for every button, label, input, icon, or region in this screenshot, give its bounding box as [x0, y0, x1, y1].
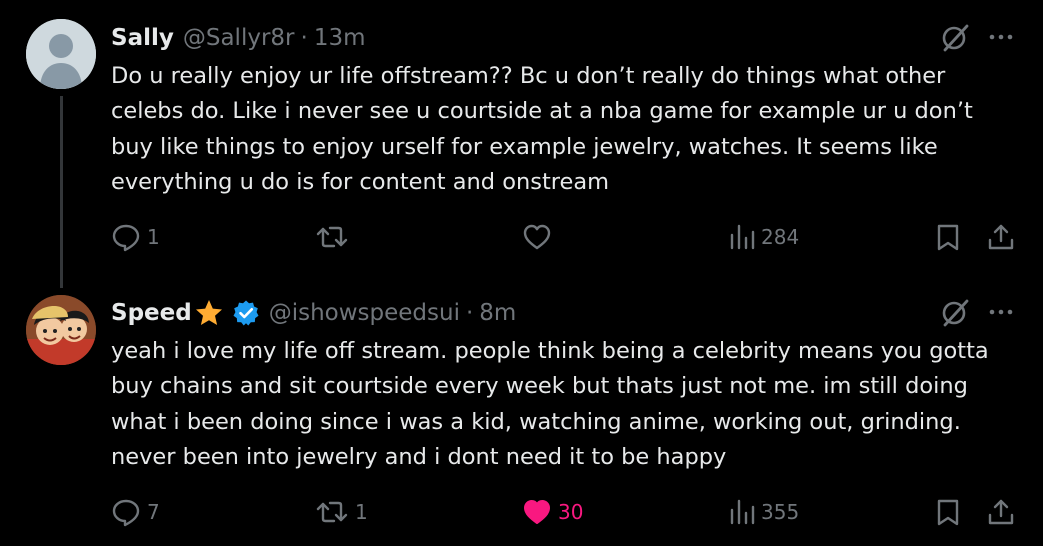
- action-bar: 1 284: [111, 219, 1021, 255]
- share-icon: [988, 499, 1014, 525]
- bookmark-icon: [937, 224, 959, 251]
- more-icon[interactable]: [986, 22, 1016, 52]
- tweet-sally[interactable]: Sally @Sallyr8r · 13m Do u really enjoy …: [0, 0, 1043, 288]
- share-button[interactable]: [986, 494, 1016, 530]
- views-count: 284: [761, 225, 800, 249]
- like-button[interactable]: 30: [522, 494, 583, 530]
- bookmark-icon: [937, 499, 959, 526]
- user-handle[interactable]: @Sallyr8r: [183, 25, 295, 51]
- tweet-text: yeah i love my life off stream. people t…: [111, 338, 989, 470]
- reply-icon: [112, 499, 140, 527]
- reply-icon: [112, 224, 140, 252]
- default-avatar-icon: [26, 19, 96, 89]
- views-button[interactable]: 284: [729, 219, 799, 255]
- reply-button[interactable]: 1: [111, 219, 160, 255]
- verified-badge-icon[interactable]: [232, 299, 260, 327]
- more-icon[interactable]: [986, 297, 1016, 327]
- retweet-icon: [316, 226, 348, 248]
- like-icon: [524, 500, 550, 524]
- separator-dot: ·: [465, 300, 474, 326]
- reply-button[interactable]: 7: [111, 494, 160, 530]
- bookmark-button[interactable]: [935, 494, 961, 530]
- retweet-button[interactable]: [315, 219, 355, 255]
- tweet-speed[interactable]: Speed @ishowspeedsui · 8m yeah i love my…: [0, 272, 1043, 546]
- views-count: 355: [761, 500, 800, 524]
- reply-count: 7: [147, 500, 160, 524]
- avatar[interactable]: [26, 295, 96, 365]
- like-count: 30: [558, 500, 584, 524]
- timestamp[interactable]: 8m: [479, 300, 516, 326]
- views-button[interactable]: 355: [729, 494, 799, 530]
- grok-icon[interactable]: [940, 297, 970, 327]
- retweet-count: 1: [355, 500, 368, 524]
- share-icon: [988, 224, 1014, 250]
- display-name[interactable]: Speed: [111, 300, 192, 326]
- star-icon: [194, 298, 224, 328]
- like-icon: [523, 224, 551, 250]
- tweet-header: Sally @Sallyr8r · 13m: [111, 19, 365, 57]
- thread-line: [60, 96, 63, 288]
- anime-avatar-icon: [26, 295, 96, 365]
- tweet-header: Speed @ishowspeedsui · 8m: [111, 294, 516, 332]
- share-button[interactable]: [986, 219, 1016, 255]
- like-button[interactable]: [522, 219, 558, 255]
- views-icon: [730, 224, 755, 250]
- reply-count: 1: [147, 225, 160, 249]
- separator-dot: ·: [300, 25, 308, 51]
- bookmark-button[interactable]: [935, 219, 961, 255]
- retweet-icon: [316, 501, 348, 523]
- action-bar: 7 1 30 355: [111, 494, 1021, 530]
- retweet-button[interactable]: 1: [315, 494, 368, 530]
- avatar[interactable]: [26, 19, 96, 89]
- display-name[interactable]: Sally: [111, 25, 174, 51]
- user-handle[interactable]: @ishowspeedsui: [269, 300, 460, 326]
- grok-icon[interactable]: [940, 22, 970, 52]
- views-icon: [730, 499, 755, 525]
- tweet-text: Do u really enjoy ur life offstream?? Bc…: [111, 63, 973, 195]
- timestamp[interactable]: 13m: [314, 25, 366, 51]
